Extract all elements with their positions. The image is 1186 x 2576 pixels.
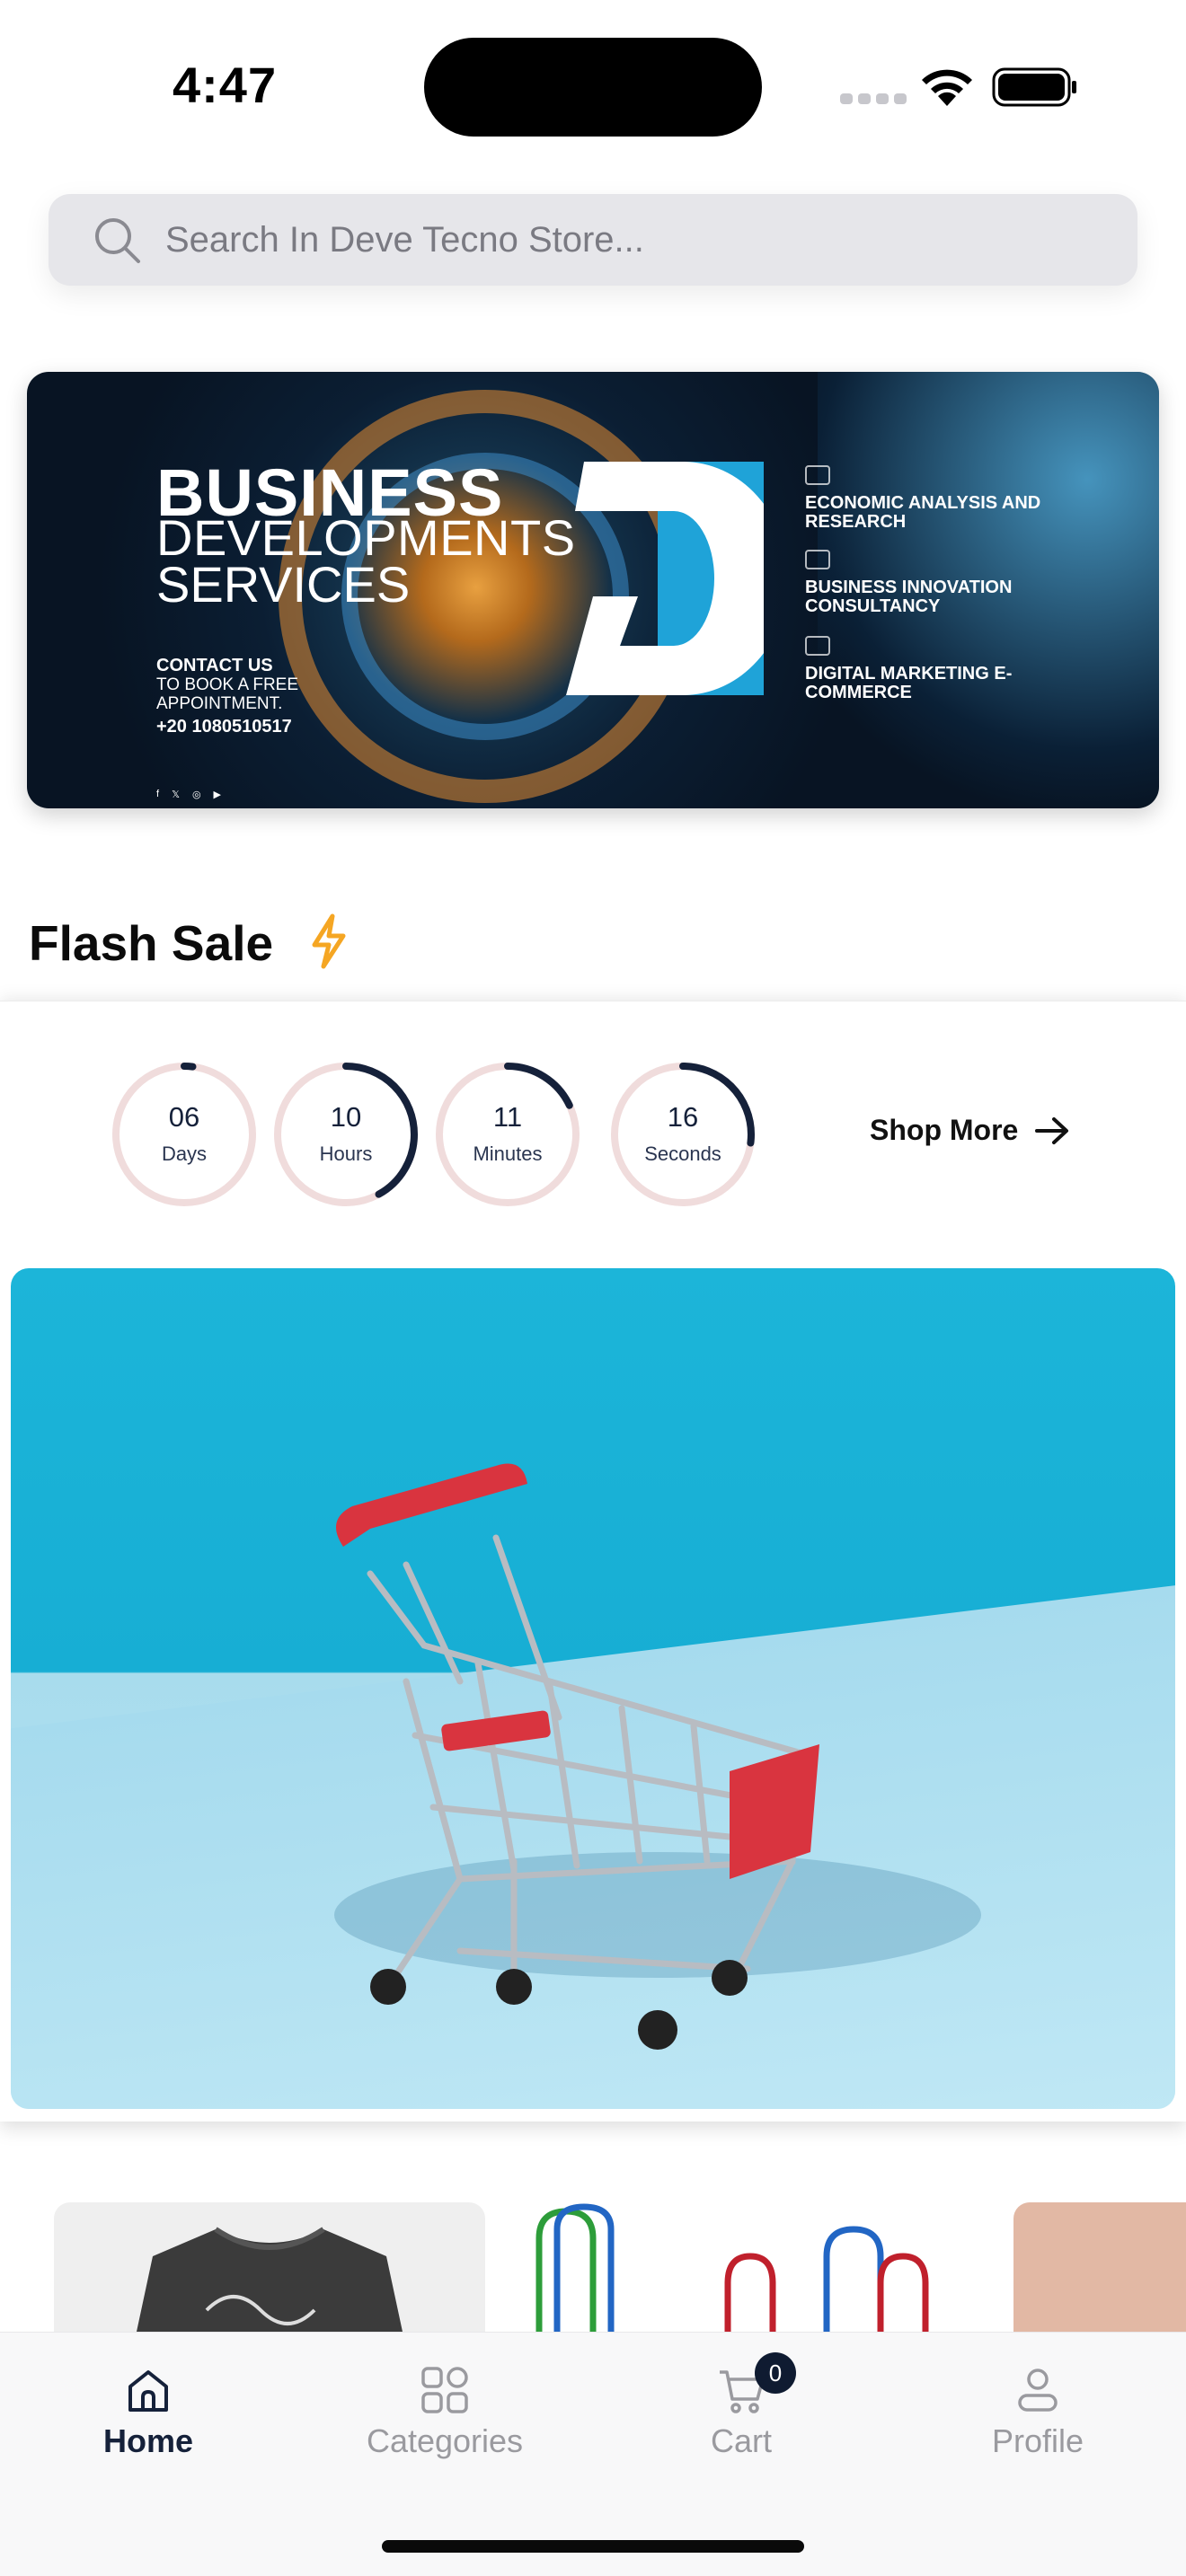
- analysis-icon: [805, 465, 830, 485]
- tab-profile-label: Profile: [991, 2422, 1084, 2459]
- promo-banner[interactable]: BUSINESS DEVELOPMENTS SERVICES CONTACT U…: [27, 372, 1159, 808]
- tab-profile[interactable]: Profile: [890, 2333, 1186, 2512]
- app-screen: 4:47 BUSINESS DEVELOPMENTS SERVICES CONT…: [0, 0, 1186, 2576]
- countdown-seconds: 16 Seconds: [608, 1060, 757, 1209]
- countdown-hours: 10 Hours: [271, 1060, 420, 1209]
- wifi-icon: [922, 69, 972, 106]
- tab-home[interactable]: Home: [0, 2333, 296, 2512]
- facebook-icon: f: [156, 789, 160, 799]
- shop-more-button[interactable]: Shop More: [870, 1114, 1070, 1147]
- shop-more-label: Shop More: [870, 1114, 1019, 1146]
- flash-sale-product-image[interactable]: [11, 1268, 1175, 2109]
- countdown-seconds-label: Seconds: [644, 1142, 721, 1165]
- banner-phone: +20 1080510517: [156, 717, 292, 737]
- banner-contact-heading: CONTACT US: [156, 656, 273, 675]
- banner-service-item: DIGITAL MARKETING E-COMMERCE: [805, 664, 1013, 702]
- countdown-minutes: 11 Minutes: [433, 1060, 582, 1209]
- shopping-cart-image: [334, 1463, 981, 2050]
- flash-sale-title: Flash Sale: [29, 915, 274, 971]
- countdown-days: 06 Days: [110, 1060, 259, 1209]
- banner-service-item: ECONOMIC ANALYSIS AND RESEARCH: [805, 493, 1041, 532]
- search-icon: [95, 218, 140, 263]
- dynamic-island: [424, 38, 762, 137]
- battery-icon: [992, 67, 1076, 107]
- tshirt-image: [136, 2227, 403, 2335]
- tab-categories-label: Categories: [366, 2422, 524, 2459]
- countdown-days-value: 06: [168, 1101, 200, 1133]
- product-card[interactable]: [1013, 2202, 1186, 2335]
- product-card[interactable]: [54, 2202, 485, 2335]
- countdown-seconds-value: 16: [667, 1101, 699, 1133]
- person-icon: [1018, 2369, 1058, 2412]
- status-time: 4:47: [173, 57, 278, 113]
- countdown-days-label: Days: [161, 1142, 208, 1165]
- tab-cart[interactable]: 0 Cart: [593, 2333, 890, 2512]
- youtube-icon: ▶: [213, 790, 222, 800]
- banner-contact-text: TO BOOK A FREE APPOINTMENT.: [156, 675, 299, 713]
- banner-title-line3: SERVICES: [156, 556, 411, 613]
- product-list[interactable]: [0, 2192, 1186, 2335]
- grid-icon: [421, 2367, 468, 2413]
- cart-count-badge: 0: [755, 2352, 796, 2394]
- countdown-hours-label: Hours: [319, 1142, 373, 1165]
- search-bar[interactable]: [49, 194, 1137, 286]
- search-input[interactable]: [165, 219, 1064, 260]
- tab-cart-label: Cart: [710, 2422, 772, 2459]
- paper-clips-image: [535, 2203, 929, 2335]
- arrow-right-icon: [1035, 1116, 1069, 1144]
- marketing-icon: [805, 636, 830, 656]
- x-icon: 𝕏: [172, 790, 180, 800]
- product-card[interactable]: [521, 2202, 1006, 2335]
- tab-home-label: Home: [102, 2422, 194, 2459]
- countdown-minutes-value: 11: [492, 1101, 523, 1133]
- company-logo-icon: [566, 462, 764, 695]
- tab-categories[interactable]: Categories: [296, 2333, 593, 2512]
- instagram-icon: ◎: [191, 790, 201, 800]
- countdown-hours-value: 10: [330, 1101, 362, 1133]
- home-indicator[interactable]: [382, 2540, 804, 2553]
- banner-social-icons: f 𝕏 ◎ ▶: [156, 789, 221, 800]
- countdown-minutes-label: Minutes: [473, 1142, 543, 1165]
- banner-service-item: BUSINESS INNOVATION CONSULTANCY: [805, 578, 1013, 616]
- home-icon: [128, 2370, 168, 2412]
- lightning-bolt-icon: [312, 913, 346, 969]
- cellular-signal-icon: [840, 93, 907, 104]
- status-bar: 4:47: [0, 0, 1186, 171]
- innovation-icon: [805, 550, 830, 569]
